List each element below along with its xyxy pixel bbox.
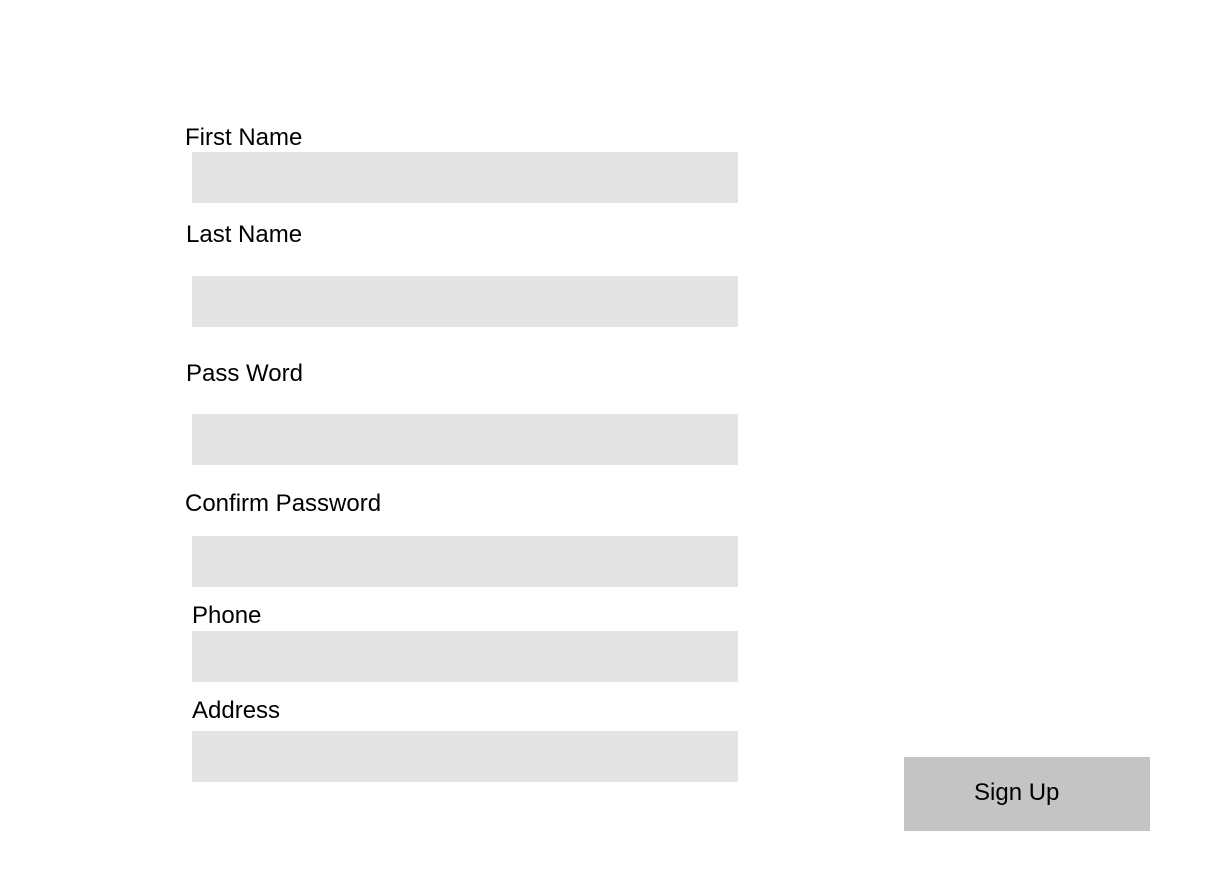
sign-up-button[interactable]: Sign Up <box>904 757 1150 831</box>
confirm-password-label: Confirm Password <box>185 490 382 517</box>
phone-label: Phone <box>192 602 262 629</box>
address-label: Address <box>192 697 281 724</box>
last-name-field[interactable] <box>192 276 738 327</box>
phone-field[interactable] <box>192 631 738 682</box>
last-name-label: Last Name <box>186 221 303 248</box>
address-field[interactable] <box>192 731 738 782</box>
first-name-field[interactable] <box>192 152 738 203</box>
first-name-label: First Name <box>185 124 303 151</box>
password-field[interactable] <box>192 414 738 465</box>
sign-up-button-label: Sign Up <box>974 779 1060 806</box>
password-label: Pass Word <box>186 360 303 387</box>
confirm-password-field[interactable] <box>192 536 738 587</box>
